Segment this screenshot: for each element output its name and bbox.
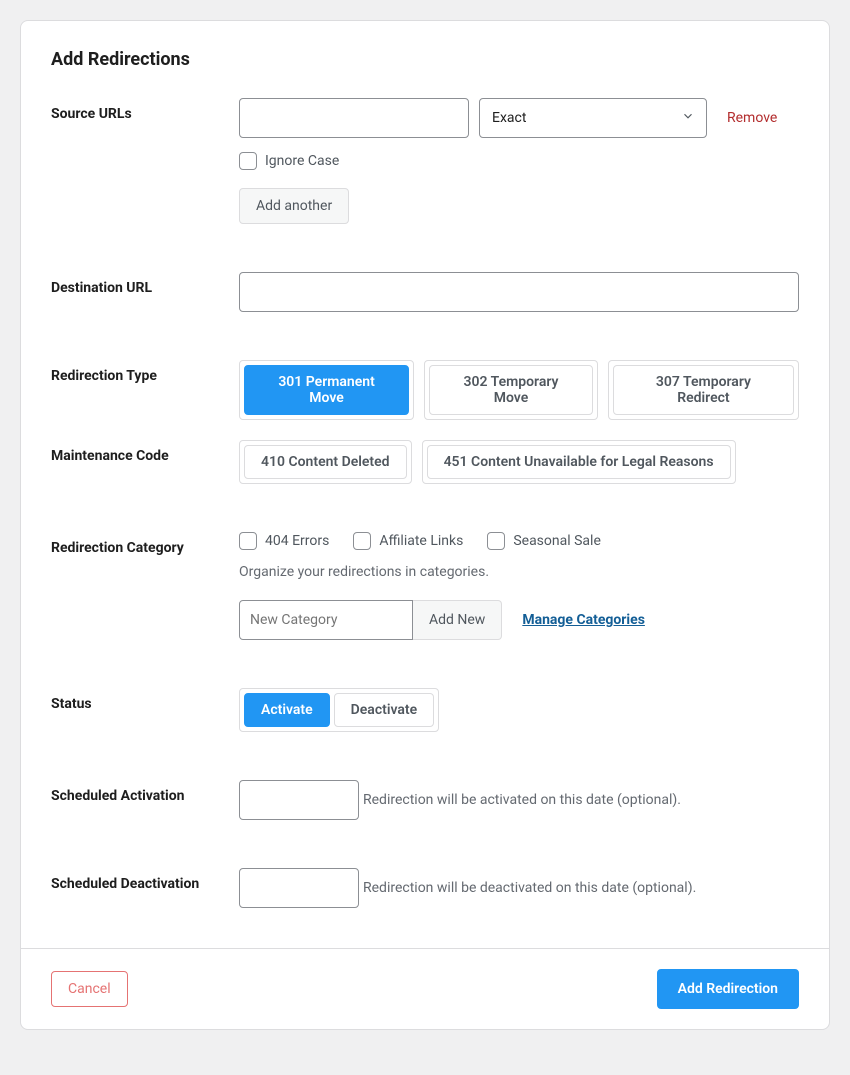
category-affiliate-label[interactable]: Affiliate Links	[379, 533, 463, 549]
category-seasonal-checkbox[interactable]	[487, 532, 505, 550]
category-affiliate-checkbox[interactable]	[353, 532, 371, 550]
scheduled-activation-input[interactable]	[239, 780, 359, 820]
ignore-case-checkbox-row: Ignore Case	[239, 152, 799, 170]
source-urls-content: Exact Remove Ignore Case Add another	[239, 98, 799, 224]
source-url-item: Exact Remove	[239, 98, 799, 138]
status-deactivate[interactable]: Deactivate	[334, 693, 434, 727]
match-type-select-wrap: Exact	[479, 98, 707, 138]
scheduled-deactivation-content: Redirection will be deactivated on this …	[239, 868, 799, 908]
redirection-type-row: Redirection Type 301 Permanent Move 302 …	[51, 360, 799, 420]
scheduled-activation-content: Redirection will be activated on this da…	[239, 780, 799, 820]
destination-url-label: Destination URL	[51, 272, 239, 296]
redirection-type-content: 301 Permanent Move 302 Temporary Move 30…	[239, 360, 799, 420]
category-404-row: 404 Errors	[239, 532, 329, 550]
cancel-button[interactable]: Cancel	[51, 971, 128, 1007]
source-url-input[interactable]	[239, 98, 469, 138]
new-category-input[interactable]	[239, 600, 413, 640]
category-help-text: Organize your redirections in categories…	[239, 564, 799, 580]
redirection-type-pills: 301 Permanent Move 302 Temporary Move 30…	[239, 360, 799, 420]
destination-url-content	[239, 272, 799, 312]
source-urls-row: Source URLs Exact Remove	[51, 98, 799, 224]
source-urls-label: Source URLs	[51, 98, 239, 122]
scheduled-deactivation-label: Scheduled Deactivation	[51, 868, 239, 892]
status-content: Activate Deactivate	[239, 688, 799, 732]
scheduled-deactivation-help: Redirection will be deactivated on this …	[363, 880, 696, 896]
category-affiliate-row: Affiliate Links	[353, 532, 463, 550]
remove-source-link[interactable]: Remove	[727, 110, 777, 126]
ignore-case-label[interactable]: Ignore Case	[265, 153, 339, 169]
category-seasonal-row: Seasonal Sale	[487, 532, 601, 550]
redirection-type-label: Redirection Type	[51, 360, 239, 384]
scheduled-deactivation-input[interactable]	[239, 868, 359, 908]
redirection-category-row: Redirection Category 404 Errors Affiliat…	[51, 532, 799, 640]
status-label: Status	[51, 688, 239, 712]
maintenance-code-row: Maintenance Code 410 Content Deleted 451…	[51, 440, 799, 484]
ignore-case-checkbox[interactable]	[239, 152, 257, 170]
redirection-type-302[interactable]: 302 Temporary Move	[429, 365, 593, 415]
redirection-type-301[interactable]: 301 Permanent Move	[244, 365, 409, 415]
add-redirection-card: Add Redirections Source URLs Exact Remov…	[20, 20, 830, 1030]
card-body: Add Redirections Source URLs Exact Remov…	[21, 21, 829, 948]
match-type-select[interactable]: Exact	[479, 98, 707, 138]
status-row: Status Activate Deactivate	[51, 688, 799, 732]
destination-url-input[interactable]	[239, 272, 799, 312]
page-title: Add Redirections	[51, 49, 799, 70]
scheduled-activation-row: Scheduled Activation Redirection will be…	[51, 780, 799, 820]
manage-categories-link[interactable]: Manage Categories	[522, 612, 645, 628]
maintenance-code-label: Maintenance Code	[51, 440, 239, 464]
maintenance-code-pills: 410 Content Deleted 451 Content Unavaila…	[239, 440, 799, 484]
category-404-label[interactable]: 404 Errors	[265, 533, 329, 549]
maintenance-code-content: 410 Content Deleted 451 Content Unavaila…	[239, 440, 799, 484]
status-activate[interactable]: Activate	[244, 693, 330, 727]
new-category-row: Add New Manage Categories	[239, 600, 799, 640]
redirection-category-label: Redirection Category	[51, 532, 239, 556]
destination-url-row: Destination URL	[51, 272, 799, 312]
redirection-category-content: 404 Errors Affiliate Links Seasonal Sale…	[239, 532, 799, 640]
category-seasonal-label[interactable]: Seasonal Sale	[513, 533, 601, 549]
scheduled-activation-label: Scheduled Activation	[51, 780, 239, 804]
scheduled-activation-help: Redirection will be activated on this da…	[363, 792, 681, 808]
category-404-checkbox[interactable]	[239, 532, 257, 550]
status-pills: Activate Deactivate	[239, 688, 439, 732]
scheduled-deactivation-row: Scheduled Deactivation Redirection will …	[51, 868, 799, 908]
maintenance-code-410[interactable]: 410 Content Deleted	[244, 445, 407, 479]
category-checkboxes: 404 Errors Affiliate Links Seasonal Sale	[239, 532, 799, 550]
maintenance-code-451[interactable]: 451 Content Unavailable for Legal Reason…	[427, 445, 731, 479]
add-another-button[interactable]: Add another	[239, 188, 349, 224]
card-footer: Cancel Add Redirection	[21, 948, 829, 1029]
add-redirection-button[interactable]: Add Redirection	[657, 969, 799, 1009]
add-new-category-button[interactable]: Add New	[413, 600, 502, 640]
redirection-type-307[interactable]: 307 Temporary Redirect	[613, 365, 794, 415]
